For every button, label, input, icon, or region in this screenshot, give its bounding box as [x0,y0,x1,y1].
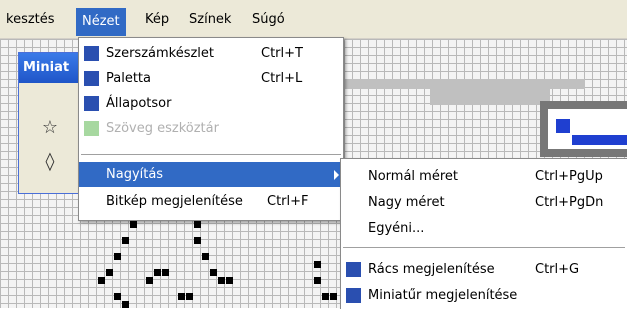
check-icon [84,96,99,111]
menu-separator [343,247,625,248]
menu-item-text-toolbar: Szöveg eszköztár [79,116,343,141]
canvas-pixel [154,269,161,276]
check-icon [84,71,99,86]
view-menu: Szerszámkészlet Ctrl+T Paletta Ctrl+L Ál… [78,37,344,221]
canvas-pixel [114,253,121,260]
canvas-pixel [114,293,121,300]
canvas-pixel [322,293,329,300]
menu-item-zoom[interactable]: Nagyítás [79,162,343,187]
submenu-item-normal-size[interactable]: Normál méret Ctrl+PgUp [341,164,627,189]
canvas-shape [345,79,585,89]
canvas-pixel [194,221,201,228]
canvas-shape [556,119,570,133]
star-select-icon[interactable]: ☆ [35,113,65,143]
menu-item-label: Rács megjelenítése [368,262,495,277]
menu-item-label: Állapotsor [106,96,172,111]
canvas-pixel [122,301,129,308]
canvas-pixel [106,269,113,276]
canvas-pixel [162,269,169,276]
submenu-item-large-size[interactable]: Nagy méret Ctrl+PgDn [341,190,627,215]
menu-item-shortcut: Ctrl+L [261,71,303,86]
zoom-submenu: Normál méret Ctrl+PgUp Nagy méret Ctrl+P… [340,158,627,309]
eraser-icon[interactable]: ◊ [35,147,65,177]
menu-item-label: Miniatűr megjelenítése [368,288,518,303]
menu-item-shortcut: Ctrl+PgUp [535,169,603,184]
menu-item-shortcut: Ctrl+T [261,46,303,61]
menu-item-shortcut: Ctrl+F [267,194,309,209]
menu-item-palette[interactable]: Paletta Ctrl+L [79,66,343,91]
menu-view[interactable]: Nézet [76,8,126,36]
menu-help[interactable]: Súgó [246,10,291,30]
canvas-pixel [330,293,337,300]
menu-image[interactable]: Kép [139,10,175,30]
menu-item-label: Nagyítás [106,167,164,182]
menu-item-shortcut: Ctrl+PgDn [535,195,604,210]
menu-item-toolbox[interactable]: Szerszámkészlet Ctrl+T [79,41,343,66]
canvas-pixel [130,221,137,228]
menu-item-label: Nagy méret [368,195,445,210]
submenu-item-show-thumbnail[interactable]: Miniatűr megjelenítése [341,283,627,308]
menu-separator [81,154,341,155]
menu-item-label: Egyéni... [368,221,425,236]
miniature-window[interactable]: Miniat ☆ ◊ [18,52,82,194]
canvas-pixel [98,277,105,284]
menu-item-statusbar[interactable]: Állapotsor [79,91,343,116]
check-icon [346,262,361,277]
miniature-window-title[interactable]: Miniat [19,53,81,83]
menu-item-label: Paletta [106,71,151,86]
canvas-shape [572,135,627,145]
menu-bar: kesztés Nézet Kép Színek Súgó [0,0,627,39]
check-icon [84,121,99,136]
menu-item-shortcut: Ctrl+G [535,262,580,277]
canvas-pixel [218,277,225,284]
menu-item-view-bitmap[interactable]: Bitkép megjelenítése Ctrl+F [79,189,343,214]
menu-item-label: Szöveg eszköztár [106,121,219,136]
canvas-pixel [194,237,201,244]
canvas-pixel [314,261,321,268]
submenu-arrow-icon [334,170,339,180]
menu-colors[interactable]: Színek [183,10,237,30]
check-icon [346,288,361,303]
canvas-pixel [210,269,217,276]
canvas-pixel [226,277,233,284]
menu-edit[interactable]: kesztés [0,10,61,30]
submenu-item-show-grid[interactable]: Rács megjelenítése Ctrl+G [341,257,627,282]
canvas-shape [430,89,550,105]
menu-item-label: Szerszámkészlet [106,46,215,61]
canvas-pixel [186,293,193,300]
canvas-pixel [122,237,129,244]
menu-item-label: Normál méret [368,169,458,184]
submenu-item-custom[interactable]: Egyéni... [341,216,627,241]
canvas-pixel [178,293,185,300]
canvas-pixel [314,277,321,284]
canvas-pixel [202,253,209,260]
canvas-pixel [146,277,153,284]
check-icon [84,46,99,61]
menu-item-label: Bitkép megjelenítése [106,194,243,209]
